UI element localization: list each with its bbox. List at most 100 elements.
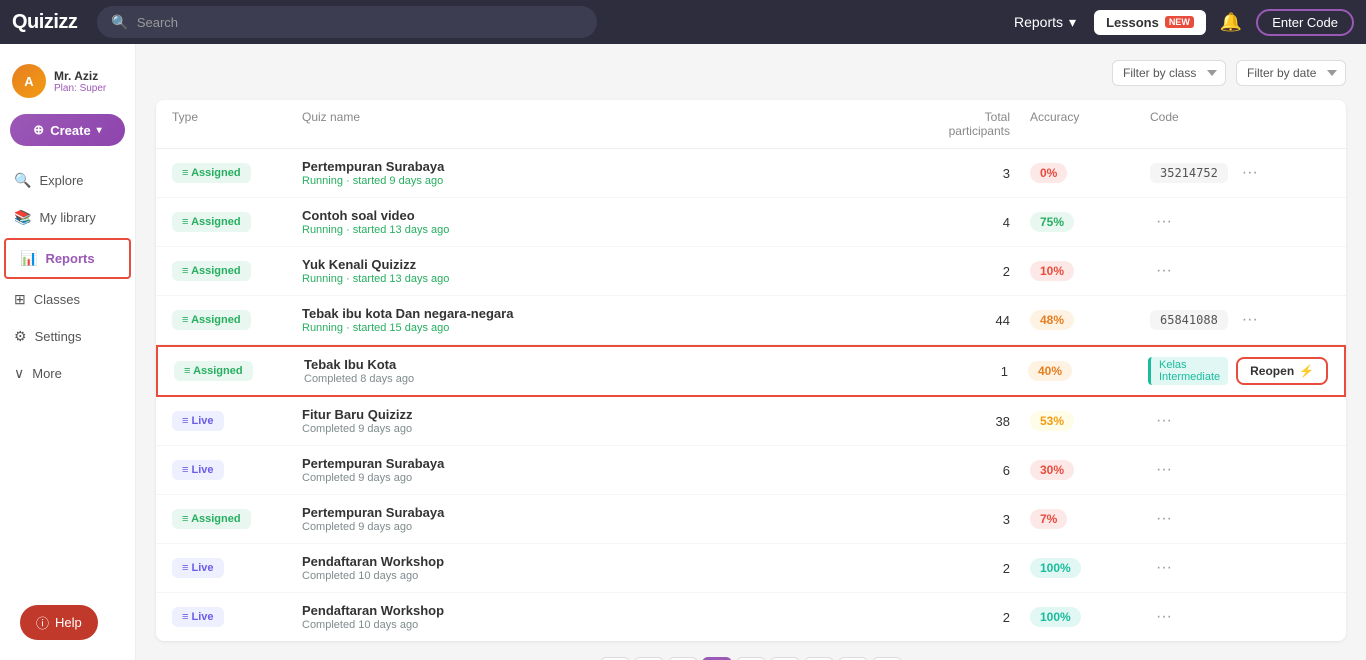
- col-accuracy: Accuracy: [1030, 110, 1150, 138]
- table-row: ≡ Live Pendaftaran Workshop Completed 10…: [156, 544, 1346, 593]
- avatar: A: [12, 64, 46, 98]
- quiz-status: Running · started 13 days ago: [302, 273, 910, 285]
- quiz-name: Pertempuran Surabaya: [302, 456, 910, 471]
- lightning-icon: ⚡: [1299, 364, 1314, 378]
- participants-count: 2: [910, 610, 1030, 625]
- code-col: ···: [1150, 410, 1330, 432]
- sidebar-item-settings[interactable]: ⚙ Settings: [0, 318, 135, 355]
- more-options-button[interactable]: ···: [1150, 557, 1178, 579]
- settings-icon: ⚙: [14, 328, 27, 345]
- sidebar-item-reports[interactable]: 📊 Reports: [4, 238, 131, 279]
- quiz-status: Running · started 9 days ago: [302, 175, 910, 187]
- accuracy-badge: 75%: [1030, 212, 1074, 232]
- quiz-name: Yuk Kenali Quizizz: [302, 257, 910, 272]
- create-button[interactable]: ⊕ Create ▾: [10, 114, 125, 146]
- lessons-button[interactable]: Lessons NEW: [1094, 10, 1206, 35]
- code-col: ···: [1150, 606, 1330, 628]
- search-input[interactable]: [137, 15, 584, 30]
- col-quiz-name: Quiz name: [302, 110, 910, 138]
- notifications-button[interactable]: 🔔: [1216, 8, 1246, 37]
- reopen-button[interactable]: Reopen ⚡: [1236, 357, 1328, 385]
- code-col: ···: [1150, 508, 1330, 530]
- more-options-button[interactable]: ···: [1236, 309, 1264, 331]
- enter-code-button[interactable]: Enter Code: [1256, 9, 1354, 36]
- quiz-name: Pertempuran Surabaya: [302, 505, 910, 520]
- help-button[interactable]: ⓘ Help: [20, 605, 98, 640]
- accuracy-badge: 48%: [1030, 310, 1074, 330]
- search-bar[interactable]: 🔍: [97, 6, 597, 38]
- type-badge-assigned: ≡ Assigned: [172, 163, 251, 183]
- type-badge-live: ≡ Live: [172, 411, 224, 431]
- more-options-button[interactable]: ···: [1150, 211, 1178, 233]
- new-badge: NEW: [1165, 16, 1194, 28]
- filter-date-select[interactable]: Filter by date: [1236, 60, 1346, 86]
- brand-logo: Quizizz: [12, 11, 77, 34]
- library-icon: 📚: [14, 209, 31, 226]
- more-options-button[interactable]: ···: [1150, 606, 1178, 628]
- type-badge-assigned: ≡ Assigned: [174, 361, 253, 381]
- quiz-status: Completed 8 days ago: [304, 373, 908, 385]
- search-icon: 🔍: [111, 14, 128, 31]
- code-col: 35214752 ···: [1150, 162, 1330, 184]
- classes-icon: ⊞: [14, 291, 26, 308]
- type-badge-assigned: ≡ Assigned: [172, 310, 251, 330]
- sidebar-item-classes[interactable]: ⊞ Classes: [0, 281, 135, 318]
- code-col: 65841088 ···: [1150, 309, 1330, 331]
- code-col: Kelas Intermediate Reopen ⚡: [1148, 357, 1328, 385]
- participants-count: 3: [910, 166, 1030, 181]
- sidebar: A Mr. Aziz Plan: Super ⊕ Create ▾ 🔍 Expl…: [0, 44, 136, 660]
- quiz-status: Completed 9 days ago: [302, 472, 910, 484]
- chevron-down-icon: ▾: [97, 125, 102, 136]
- code-col: ···: [1150, 211, 1330, 233]
- accuracy-badge: 100%: [1030, 607, 1081, 627]
- more-options-button[interactable]: ···: [1150, 410, 1178, 432]
- accuracy-badge: 30%: [1030, 460, 1074, 480]
- more-options-button[interactable]: ···: [1236, 162, 1264, 184]
- accuracy-badge: 10%: [1030, 261, 1074, 281]
- participants-count: 2: [910, 264, 1030, 279]
- table-row: ≡ Assigned Pertempuran Surabaya Complete…: [156, 495, 1346, 544]
- sidebar-item-my-library[interactable]: 📚 My library: [0, 199, 135, 236]
- more-options-button[interactable]: ···: [1150, 508, 1178, 530]
- code-text: 65841088: [1150, 310, 1228, 330]
- help-icon: ⓘ: [36, 613, 49, 632]
- explore-icon: 🔍: [14, 172, 31, 189]
- filter-bar: Filter by class Filter by date: [156, 60, 1346, 86]
- top-navigation: Quizizz 🔍 Reports ▾ Lessons NEW 🔔 Enter …: [0, 0, 1366, 44]
- participants-count: 1: [908, 364, 1028, 379]
- col-code: Code: [1150, 110, 1330, 138]
- participants-count: 4: [910, 215, 1030, 230]
- accuracy-badge: 40%: [1028, 361, 1072, 381]
- reports-dropdown-button[interactable]: Reports ▾: [1006, 10, 1084, 35]
- code-col: ···: [1150, 260, 1330, 282]
- table-row: ≡ Assigned Tebak Ibu Kota Completed 8 da…: [156, 345, 1346, 397]
- quiz-status: Completed 10 days ago: [302, 570, 910, 582]
- table-row: ≡ Assigned Contoh soal video Running · s…: [156, 198, 1346, 247]
- participants-count: 38: [910, 414, 1030, 429]
- participants-count: 2: [910, 561, 1030, 576]
- table-row: ≡ Live Pendaftaran Workshop Completed 10…: [156, 593, 1346, 641]
- user-info: A Mr. Aziz Plan: Super: [0, 54, 135, 114]
- sidebar-item-explore[interactable]: 🔍 Explore: [0, 162, 135, 199]
- code-col: ···: [1150, 459, 1330, 481]
- col-type: Type: [172, 110, 302, 138]
- quiz-name: Pertempuran Surabaya: [302, 159, 910, 174]
- quiz-name: Contoh soal video: [302, 208, 910, 223]
- class-tag: Kelas Intermediate: [1148, 357, 1228, 385]
- participants-count: 44: [910, 313, 1030, 328]
- filter-class-select[interactable]: Filter by class: [1112, 60, 1226, 86]
- topnav-right: Reports ▾ Lessons NEW 🔔 Enter Code: [1006, 8, 1354, 37]
- main-content: Filter by class Filter by date Type Quiz…: [136, 44, 1366, 660]
- sidebar-item-more[interactable]: ∨ More: [0, 355, 135, 392]
- participants-count: 6: [910, 463, 1030, 478]
- accuracy-badge: 0%: [1030, 163, 1067, 183]
- code-text: 35214752: [1150, 163, 1228, 183]
- table-row: ≡ Live Fitur Baru Quizizz Completed 9 da…: [156, 397, 1346, 446]
- type-badge-assigned: ≡ Assigned: [172, 212, 251, 232]
- accuracy-badge: 100%: [1030, 558, 1081, 578]
- accuracy-badge: 7%: [1030, 509, 1067, 529]
- table-header: Type Quiz name Totalparticipants Accurac…: [156, 100, 1346, 149]
- type-badge-live: ≡ Live: [172, 607, 224, 627]
- more-options-button[interactable]: ···: [1150, 260, 1178, 282]
- more-options-button[interactable]: ···: [1150, 459, 1178, 481]
